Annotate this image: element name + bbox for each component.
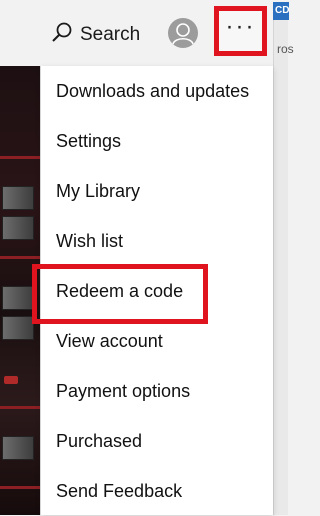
menu-item-label: View account bbox=[56, 330, 163, 351]
more-icon: ··· bbox=[225, 13, 256, 40]
menu-item-label: Payment options bbox=[56, 380, 191, 401]
more-options-menu: Downloads and updates Settings My Librar… bbox=[41, 66, 273, 515]
menu-item-label: Settings bbox=[56, 130, 122, 151]
menu-item-label: Wish list bbox=[56, 230, 123, 251]
edge-app-badge: CD bbox=[273, 2, 289, 20]
menu-item-send-feedback[interactable]: Send Feedback bbox=[56, 466, 271, 516]
more-options-button[interactable]: ··· bbox=[214, 6, 267, 56]
edge-partial-text: ros bbox=[277, 42, 294, 56]
search-icon bbox=[50, 21, 74, 50]
menu-item-settings[interactable]: Settings bbox=[56, 116, 271, 166]
search-button[interactable]: Search bbox=[50, 18, 140, 52]
menu-item-label: Downloads and updates bbox=[56, 80, 250, 101]
menu-item-label: Redeem a code bbox=[56, 280, 184, 301]
menu-item-label: Send Feedback bbox=[56, 480, 183, 501]
menu-item-view-account[interactable]: View account bbox=[56, 316, 271, 366]
top-bar: Search ··· bbox=[0, 0, 287, 66]
menu-item-redeem-a-code[interactable]: Redeem a code bbox=[56, 266, 271, 316]
menu-item-my-library[interactable]: My Library bbox=[56, 166, 271, 216]
avatar[interactable] bbox=[168, 18, 198, 48]
person-icon bbox=[169, 19, 197, 47]
menu-item-purchased[interactable]: Purchased bbox=[56, 416, 271, 466]
menu-item-payment-options[interactable]: Payment options bbox=[56, 366, 271, 416]
background-game-art bbox=[0, 66, 42, 515]
menu-item-wish-list[interactable]: Wish list bbox=[56, 216, 271, 266]
menu-item-label: My Library bbox=[56, 180, 141, 201]
search-label: Search bbox=[80, 24, 141, 45]
edge-panel bbox=[273, 20, 288, 515]
menu-item-label: Purchased bbox=[56, 430, 143, 451]
menu-item-downloads-and-updates[interactable]: Downloads and updates bbox=[56, 66, 271, 116]
